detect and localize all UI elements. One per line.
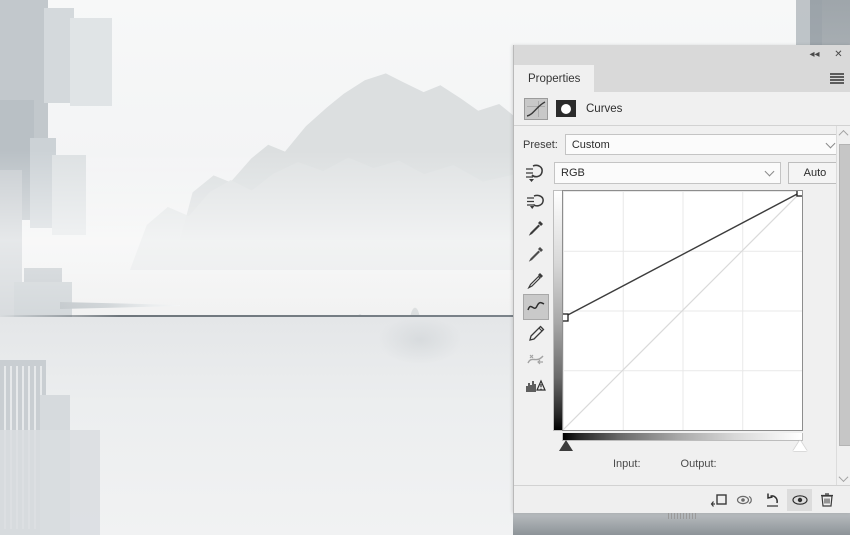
smooth-curve-icon[interactable] [524, 348, 548, 372]
input-gradient-bar [562, 433, 803, 441]
page-title: Curves [586, 102, 623, 115]
panel-resize-grip[interactable] [667, 513, 698, 519]
edit-points-curve-icon[interactable] [523, 294, 549, 320]
preset-select[interactable]: Custom [564, 134, 842, 155]
curve-control-point-white [796, 191, 802, 197]
clip-to-layer-button[interactable] [706, 489, 731, 511]
hamburger-menu-icon[interactable] [830, 73, 844, 84]
panel-tab-bar: Properties [514, 65, 850, 92]
scroll-down-arrow-icon[interactable] [837, 471, 850, 485]
curve-lines [563, 191, 802, 430]
chevron-down-icon [766, 168, 774, 176]
collapse-to-icons-icon[interactable]: ◂◂ [808, 49, 821, 62]
on-image-adjustment-tool-icon[interactable] [524, 190, 548, 214]
black-point-slider[interactable] [559, 440, 573, 451]
adjustment-header: Curves [514, 92, 850, 126]
output-gradient-bar [553, 190, 562, 431]
output-label: Output: [680, 458, 717, 470]
identity-diagonal-line [563, 191, 802, 430]
scrollbar-track[interactable] [837, 140, 850, 471]
panel-titlebar: ◂◂ ✕ [514, 45, 850, 65]
panel-vertical-scrollbar[interactable] [836, 126, 850, 485]
curves-graph-area: Input: Output: [523, 190, 842, 475]
white-point-eyedropper-icon[interactable] [524, 268, 548, 292]
pencil-draw-curve-icon[interactable] [524, 322, 548, 346]
foreground-building [0, 430, 100, 535]
clipping-warning-histogram-icon[interactable] [524, 374, 548, 398]
preset-row: Preset: Custom [523, 134, 842, 155]
reset-adjustment-button[interactable] [760, 489, 785, 511]
chevron-down-icon [827, 140, 835, 148]
black-point-eyedropper-icon[interactable] [524, 216, 548, 240]
properties-panel: ◂◂ ✕ Properties Curves Preset: Custom RG… [513, 45, 850, 519]
channel-value: RGB [561, 167, 585, 179]
curve-control-point-black [563, 313, 569, 322]
input-label: Input: [613, 458, 641, 470]
water-reflection [330, 320, 530, 390]
toggle-layer-visibility-button[interactable] [787, 488, 812, 511]
curves-graph[interactable]: Input: Output: [553, 190, 807, 475]
curve-plot[interactable] [562, 190, 803, 431]
scroll-up-arrow-icon[interactable] [837, 126, 850, 140]
curves-adjustment-icon[interactable] [524, 97, 548, 120]
curves-tool-column [523, 190, 549, 475]
channel-row: RGB Auto [523, 162, 842, 184]
on-image-adjustment-icon[interactable] [523, 162, 547, 184]
tab-empty[interactable] [594, 65, 683, 92]
building-block [70, 18, 112, 106]
channel-select[interactable]: RGB [554, 162, 781, 184]
readout-row: Input: Output: [613, 458, 717, 470]
tab-properties[interactable]: Properties [514, 65, 595, 92]
rgb-curve-line [563, 191, 802, 318]
scrollbar-thumb[interactable] [838, 144, 850, 446]
close-icon[interactable]: ✕ [832, 49, 845, 62]
auto-button[interactable]: Auto [788, 162, 842, 184]
panel-body: Preset: Custom RGB Auto Input: Output: [514, 126, 850, 485]
layer-mask-thumbnail-icon[interactable] [556, 100, 576, 117]
delete-adjustment-layer-button[interactable] [814, 489, 839, 511]
gray-point-eyedropper-icon[interactable] [524, 242, 548, 266]
view-previous-state-button[interactable] [733, 489, 758, 511]
preset-label: Preset: [523, 138, 558, 151]
white-point-slider[interactable] [793, 440, 807, 451]
preset-value: Custom [571, 138, 610, 151]
panel-footer [514, 485, 850, 519]
